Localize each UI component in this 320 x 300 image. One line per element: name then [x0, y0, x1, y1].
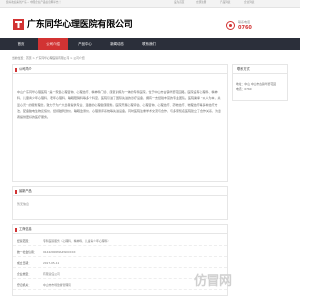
intro-panel: 公司简介 中山广东同华心理医院 “是一家集心理咨询、心理治疗、精神科门诊、康复训… [12, 64, 228, 182]
top-link-products[interactable]: 产品列表 [220, 1, 230, 5]
nav-home[interactable]: 首页 [6, 38, 36, 50]
main-nav: 首页 公司介绍 产品中心 新闻动态 联系我们 [0, 38, 300, 50]
logo-icon [13, 19, 24, 30]
breadcrumb: 当前位置：首页 > 广东同华心理医院有限公司 > 公司介绍 [12, 56, 85, 60]
contact-title: 联系方式 [233, 65, 287, 74]
business-key: 经营范围： [17, 239, 31, 243]
site-header: 广东同华心理医院有限公司 联系电话 0760 [0, 8, 300, 36]
hotline-number: 0760 [238, 25, 252, 31]
contact-body: 地址：中山 中山市古镇华碧花园 电话：0760 [233, 74, 287, 100]
business-key: 登记机关： [17, 283, 31, 287]
hotline-label: 联系电话 [238, 20, 251, 24]
welcome-text: 您好欢迎来到广东... 中国企业产品信息网平台 ！ [6, 1, 62, 4]
business-value: 专科医院服务（心理科、精神科、儿童青少年心理科） [43, 239, 111, 243]
top-bar: 您好欢迎来到广东... 中国企业产品信息网平台 ！ 设为首页 立即注册 产品列表… [0, 0, 300, 8]
news-title: 最新产品 [13, 187, 227, 196]
nav-contact[interactable]: 联系我们 [134, 38, 164, 50]
business-row: 经营范围： 专科医院服务（心理科、精神科、儿童青少年心理科） [13, 236, 227, 246]
top-link-companies[interactable]: 企业列表 [244, 1, 254, 5]
business-row: 统一社会信用： 91442000MA4W0XXXX [13, 247, 227, 257]
nav-news[interactable]: 新闻动态 [102, 38, 132, 50]
nav-products[interactable]: 产品中心 [70, 38, 100, 50]
news-empty-text: 暂无信息 [17, 202, 30, 206]
business-key: 企业类型： [17, 272, 31, 276]
watermark: 仿冒网 [188, 270, 298, 298]
top-link-home[interactable]: 设为首页 [174, 1, 184, 5]
business-value: 中山市市场监督管理局 [43, 283, 71, 287]
contact-line: 电话：0760 [236, 87, 252, 91]
business-value: 91442000MA4W0XXXX [43, 250, 76, 254]
main-content: 公司简介 中山广东同华心理医院 “是一家集心理咨询、心理治疗、精神科门诊、康复训… [12, 64, 288, 296]
business-value: 有限责任公司 [43, 272, 60, 276]
intro-text: 中山广东同华心理医院 “是一家集心理咨询、心理治疗、精神科门诊、康复训练为一体的… [17, 90, 222, 120]
phone-icon [226, 21, 235, 30]
business-row: 成立日期： 2017-05-11 [13, 258, 227, 268]
company-name[interactable]: 广东同华心理医院有限公司 [27, 17, 133, 30]
business-value: 2017-05-11 [43, 261, 60, 265]
intro-title: 公司简介 [13, 65, 227, 74]
sidebar: 联系方式 地址：中山 中山市古镇华碧花园 电话：0760 [232, 64, 288, 101]
top-link-register[interactable]: 立即注册 [196, 1, 206, 5]
news-panel: 最新产品 暂无信息 [12, 186, 228, 220]
business-key: 统一社会信用： [17, 250, 37, 254]
contact-box: 联系方式 地址：中山 中山市古镇华碧花园 电话：0760 [232, 64, 288, 101]
business-title: 工商信息 [13, 225, 227, 234]
business-key: 成立日期： [17, 261, 31, 265]
watermark-text: 仿冒网 [194, 274, 232, 289]
nav-company-intro[interactable]: 公司介绍 [38, 38, 68, 50]
